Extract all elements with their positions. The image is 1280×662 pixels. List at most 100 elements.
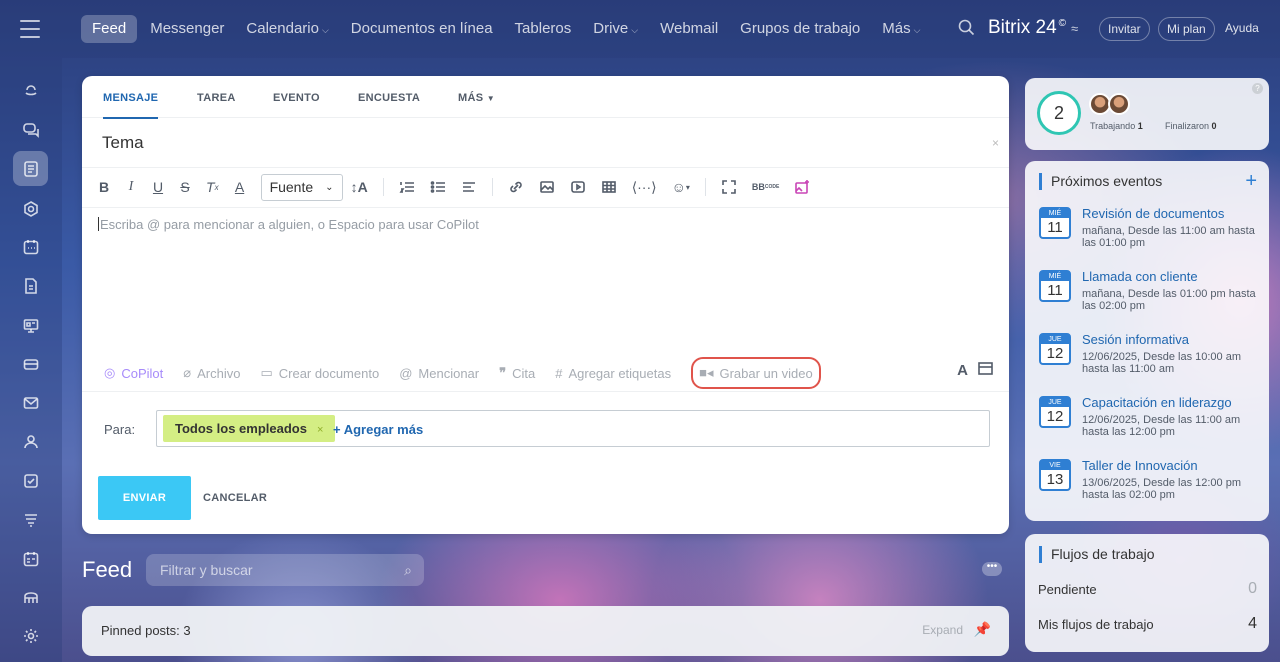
feed-icon[interactable] (13, 151, 48, 186)
tags-button[interactable]: # Agregar etiquetas (555, 366, 671, 381)
at-icon: @ (399, 365, 413, 381)
calendar-icon[interactable] (13, 229, 48, 264)
copilot-icon[interactable] (13, 72, 48, 107)
table-icon[interactable] (601, 179, 617, 195)
invite-button[interactable]: Invitar (1099, 17, 1150, 41)
planner-icon[interactable] (13, 541, 48, 576)
mention-button[interactable]: @ Mencionar (399, 366, 479, 381)
expand-link[interactable]: Expand (922, 623, 963, 637)
close-icon[interactable]: × (992, 136, 999, 150)
boards-icon[interactable] (13, 308, 48, 343)
help-icon[interactable]: ? (1252, 83, 1263, 94)
pending-workflows[interactable]: Pendiente (1038, 582, 1097, 597)
help-button[interactable]: Ayuda (1221, 17, 1263, 41)
numbered-list-icon[interactable] (399, 179, 415, 195)
work-status-widget[interactable]: 2 Trabajando 1 Finalizaron 0 ? (1025, 78, 1269, 150)
nav-boards[interactable]: Tableros (504, 15, 583, 43)
chat-icon[interactable] (13, 112, 48, 147)
settings-icon[interactable] (13, 618, 48, 653)
plan-button[interactable]: Mi plan (1158, 17, 1215, 41)
copilot-button[interactable]: ◎ CoPilot (104, 365, 163, 381)
search-icon[interactable]: ⌕ (404, 554, 412, 586)
align-icon[interactable] (461, 179, 477, 195)
nav-documents[interactable]: Documentos en línea (340, 15, 504, 43)
tab-poll[interactable]: ENCUESTA (358, 92, 420, 104)
crm-icon[interactable] (13, 502, 48, 537)
font-size-icon[interactable]: ↕A (351, 179, 368, 195)
italic-icon[interactable]: I (125, 179, 137, 195)
caret-down-icon: ▼ (486, 94, 495, 103)
nav-calendar[interactable]: Calendario ⌵ (235, 15, 339, 43)
remove-icon[interactable]: × (317, 424, 323, 436)
font-select[interactable]: Fuente ⌄ (260, 173, 343, 201)
cancel-button[interactable]: CANCELAR (203, 492, 267, 504)
link-icon[interactable] (508, 179, 524, 195)
message-editor[interactable]: Escriba @ para mencionar a alguien, o Es… (98, 217, 479, 232)
underline-icon[interactable]: U (152, 179, 164, 195)
bold-icon[interactable]: B (98, 179, 110, 195)
quote-button[interactable]: ❞ Cita (499, 365, 535, 381)
divider (82, 207, 1009, 208)
feed-search-input[interactable]: Filtrar y buscar ⌕ (146, 554, 424, 586)
event-title[interactable]: Sesión informativa (1082, 332, 1189, 347)
nav-drive[interactable]: Drive ⌵ (582, 15, 649, 43)
nav-more[interactable]: Más ⌵ (871, 15, 931, 43)
file-button[interactable]: ⌀ Archivo (183, 365, 240, 381)
pinned-posts-bar[interactable]: Pinned posts: 3 Expand 📌 (82, 606, 1009, 656)
event-title[interactable]: Revisión de documentos (1082, 206, 1224, 221)
emoji-icon[interactable]: ☺ ▾ (672, 179, 690, 195)
quote-icon: ❞ (499, 365, 507, 380)
event-time: 12/06/2025, Desde las 10:00 am hasta las… (1082, 351, 1242, 375)
topic-input[interactable]: Tema (102, 133, 144, 153)
nav-workgroups[interactable]: Grupos de trabajo (729, 15, 871, 43)
add-image-icon[interactable] (794, 179, 810, 195)
chevron-down-icon: ⌵ (913, 25, 921, 35)
fullscreen-icon[interactable] (721, 179, 737, 195)
pin-icon[interactable]: 📌 (974, 621, 991, 638)
divider (82, 391, 1009, 392)
divider (382, 178, 384, 196)
tab-more[interactable]: MÁS ▼ (458, 92, 495, 104)
document-icon: ▭ (260, 365, 273, 380)
chevron-down-icon: ⌵ (631, 25, 639, 35)
nav-feed[interactable]: Feed (81, 15, 138, 43)
text-format-icon[interactable]: A (957, 362, 968, 379)
documents-icon[interactable] (13, 268, 48, 303)
company-icon[interactable] (13, 579, 48, 614)
create-document-button[interactable]: ▭ Crear documento (260, 365, 379, 381)
event-title[interactable]: Capacitación en liderazgo (1082, 395, 1232, 410)
bbcode-icon[interactable]: BB CODE (752, 183, 779, 192)
event-title[interactable]: Taller de Innovación (1082, 458, 1198, 473)
tasks-icon[interactable] (13, 463, 48, 498)
groups-icon[interactable] (13, 424, 48, 459)
collab-icon[interactable] (13, 191, 48, 226)
record-video-button[interactable]: ■◂ Grabar un video (691, 357, 821, 389)
my-workflows[interactable]: Mis flujos de trabajo (1038, 617, 1154, 632)
event-title[interactable]: Llamada con cliente (1082, 269, 1198, 284)
image-icon[interactable] (539, 179, 555, 195)
tab-task[interactable]: TAREA (197, 92, 236, 104)
text-color-icon[interactable]: A (234, 179, 246, 195)
tab-event[interactable]: EVENTO (273, 92, 320, 104)
code-icon[interactable]: ⟨···⟩ (632, 179, 657, 196)
menu-icon[interactable] (20, 20, 40, 38)
more-options-icon[interactable]: ••• (982, 562, 1002, 576)
bullet-list-icon[interactable] (430, 179, 446, 195)
tab-message[interactable]: MENSAJE (103, 92, 159, 119)
calendar-date-icon: JUE 12 (1039, 396, 1071, 428)
mail-icon[interactable] (13, 385, 48, 420)
send-button[interactable]: ENVIAR (98, 476, 191, 520)
add-event-button[interactable]: + (1245, 170, 1257, 193)
video-icon[interactable] (570, 179, 586, 195)
drive-icon[interactable] (13, 346, 48, 381)
search-icon[interactable] (958, 19, 975, 39)
working-stat: Trabajando 1 (1090, 121, 1143, 131)
add-recipients-link[interactable]: + Agregar más (333, 422, 423, 437)
nav-webmail[interactable]: Webmail (649, 15, 729, 43)
clear-format-icon[interactable]: Tx (206, 179, 219, 195)
strikethrough-icon[interactable]: S (179, 179, 191, 195)
panel-icon[interactable] (978, 362, 993, 379)
recipient-tag[interactable]: Todos los empleados × (163, 415, 336, 442)
recipients-field[interactable]: Todos los empleados × + Agregar más (156, 410, 990, 447)
nav-messenger[interactable]: Messenger (139, 15, 235, 43)
